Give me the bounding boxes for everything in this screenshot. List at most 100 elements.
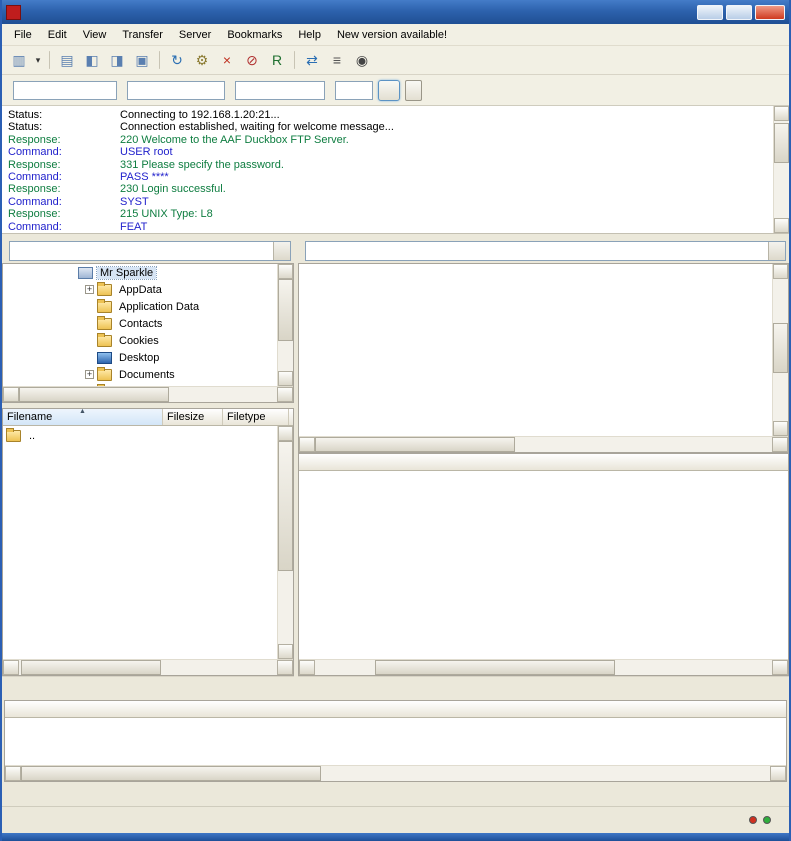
scroll-thumb[interactable] xyxy=(315,437,515,452)
remote-site-dropdown-icon[interactable] xyxy=(768,242,785,260)
scroll-down-icon[interactable] xyxy=(278,644,293,659)
scroll-track[interactable] xyxy=(315,660,772,675)
scroll-thumb[interactable] xyxy=(375,660,615,675)
reconnect-button[interactable]: R xyxy=(265,49,289,71)
refresh-button[interactable]: ↻ xyxy=(165,49,189,71)
local-tree-hscrollbar[interactable] xyxy=(3,386,293,402)
scroll-track[interactable] xyxy=(19,387,277,402)
scroll-track[interactable] xyxy=(315,437,772,452)
local-tree-toggle-button[interactable]: ◧ xyxy=(80,49,104,71)
scroll-thumb[interactable] xyxy=(773,323,788,373)
maximize-button[interactable] xyxy=(726,5,752,20)
scroll-right-icon[interactable] xyxy=(277,387,293,402)
column-filesize[interactable]: Filesize xyxy=(163,409,223,425)
remote-list-hscrollbar[interactable] xyxy=(299,659,788,675)
remote-tree-toggle-button[interactable]: ◨ xyxy=(105,49,129,71)
scroll-right-icon[interactable] xyxy=(772,437,788,452)
scroll-thumb[interactable] xyxy=(278,441,293,571)
queue-toggle-button[interactable]: ▣ xyxy=(130,49,154,71)
scroll-up-icon[interactable] xyxy=(278,426,293,441)
cancel-button[interactable]: × xyxy=(215,49,239,71)
scroll-left-icon[interactable] xyxy=(5,766,21,781)
scroll-right-icon[interactable] xyxy=(772,660,788,675)
tree-item[interactable]: Application Data xyxy=(3,298,277,315)
menu-transfer[interactable]: Transfer xyxy=(114,26,171,44)
local-tree-vscrollbar[interactable] xyxy=(277,264,293,386)
tree-item[interactable]: Mr Sparkle xyxy=(3,264,277,281)
scroll-thumb[interactable] xyxy=(774,123,789,163)
tree-item[interactable]: + Documents xyxy=(3,366,277,383)
local-site-input[interactable] xyxy=(10,242,273,260)
quickconnect-button[interactable] xyxy=(378,80,400,101)
log-label: Response: xyxy=(8,208,120,220)
message-log-toggle-button[interactable]: ▤ xyxy=(55,49,79,71)
menu-new-version[interactable]: New version available! xyxy=(329,26,455,44)
menu-file[interactable]: File xyxy=(6,26,40,44)
scroll-track[interactable] xyxy=(19,660,277,675)
tree-item[interactable]: Cookies xyxy=(3,332,277,349)
menu-help[interactable]: Help xyxy=(290,26,329,44)
quickconnect-dropdown-button[interactable] xyxy=(405,80,422,101)
minimize-button[interactable] xyxy=(697,5,723,20)
scroll-track[interactable] xyxy=(278,441,293,644)
log-line: Response: 230 Login successful. xyxy=(8,183,773,195)
local-list-hscrollbar[interactable] xyxy=(3,659,293,675)
host-input[interactable] xyxy=(13,81,117,100)
scroll-down-icon[interactable] xyxy=(278,371,293,386)
scroll-up-icon[interactable] xyxy=(773,264,788,279)
scroll-left-icon[interactable] xyxy=(3,660,19,675)
directory-comparison-button[interactable]: ≡ xyxy=(325,49,349,71)
column-filetype[interactable]: Filetype xyxy=(223,409,289,425)
expander-icon[interactable]: + xyxy=(85,285,94,294)
log-label: Command: xyxy=(8,221,120,233)
process-queue-button[interactable]: ⚙ xyxy=(190,49,214,71)
password-input[interactable] xyxy=(235,81,325,100)
tree-item[interactable]: + AppData xyxy=(3,281,277,298)
close-button[interactable] xyxy=(755,5,785,20)
tree-item[interactable]: Contacts xyxy=(3,315,277,332)
scroll-up-icon[interactable] xyxy=(774,106,789,121)
scroll-left-icon[interactable] xyxy=(299,437,315,452)
menu-server[interactable]: Server xyxy=(171,26,219,44)
scroll-track[interactable] xyxy=(774,121,789,218)
scroll-down-icon[interactable] xyxy=(774,218,789,233)
scroll-right-icon[interactable] xyxy=(277,660,293,675)
menu-bookmarks[interactable]: Bookmarks xyxy=(219,26,290,44)
local-tree: Mr Sparkle + AppData xyxy=(2,263,294,403)
remote-site-bar xyxy=(298,239,789,263)
queue-hscrollbar[interactable] xyxy=(5,765,786,781)
scroll-right-icon[interactable] xyxy=(770,766,786,781)
local-site-dropdown-icon[interactable] xyxy=(273,242,290,260)
scroll-track[interactable] xyxy=(278,279,293,371)
remote-list-header xyxy=(299,454,788,471)
expander-icon[interactable]: + xyxy=(85,370,94,379)
scroll-track[interactable] xyxy=(21,766,770,781)
find-files-button[interactable]: ◉ xyxy=(350,49,374,71)
tree-item[interactable]: Desktop xyxy=(3,349,277,366)
menu-view[interactable]: View xyxy=(75,26,115,44)
remote-site-input[interactable] xyxy=(306,242,768,260)
local-list-vscrollbar[interactable] xyxy=(277,426,293,659)
scroll-down-icon[interactable] xyxy=(773,421,788,436)
remote-tree-hscrollbar[interactable] xyxy=(299,436,788,452)
scroll-thumb[interactable] xyxy=(19,387,169,402)
remote-tree-vscrollbar[interactable] xyxy=(772,264,788,436)
..[interactable]: .. xyxy=(3,426,277,445)
log-label: Response: xyxy=(8,134,120,146)
menu-edit[interactable]: Edit xyxy=(40,26,75,44)
disconnect-button[interactable]: ⊘ xyxy=(240,49,264,71)
synchronized-browsing-button[interactable]: ⇄ xyxy=(300,49,324,71)
scroll-up-icon[interactable] xyxy=(278,264,293,279)
scroll-thumb[interactable] xyxy=(21,766,321,781)
port-input[interactable] xyxy=(335,81,373,100)
scroll-left-icon[interactable] xyxy=(3,387,19,402)
scroll-thumb[interactable] xyxy=(21,660,161,675)
username-input[interactable] xyxy=(127,81,225,100)
column-filename[interactable]: Filename ▲ xyxy=(3,409,163,425)
scroll-left-icon[interactable] xyxy=(299,660,315,675)
scroll-thumb[interactable] xyxy=(278,279,293,341)
scroll-track[interactable] xyxy=(773,279,788,421)
site-manager-dropdown-button[interactable]: ▾ xyxy=(32,49,44,71)
site-manager-button[interactable]: ▥ xyxy=(7,49,31,71)
log-scrollbar[interactable] xyxy=(773,106,789,233)
